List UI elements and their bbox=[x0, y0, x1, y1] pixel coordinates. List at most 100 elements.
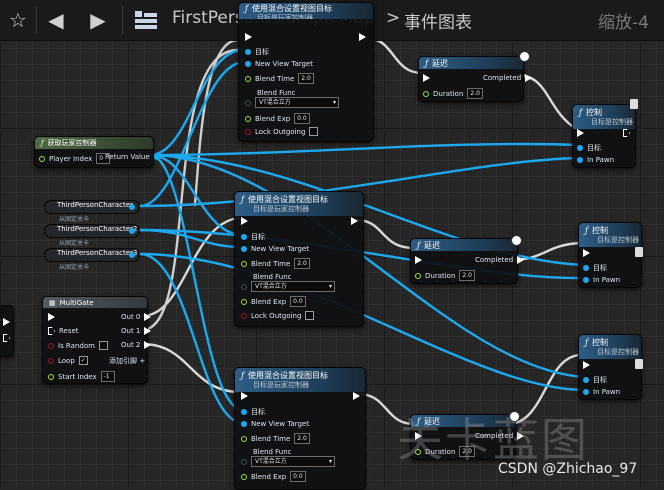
pin-value-field[interactable]: 2.0 bbox=[294, 258, 310, 269]
blend-func-dropdown[interactable]: VT混合立方 bbox=[251, 456, 335, 467]
object-pin-icon[interactable] bbox=[129, 228, 135, 234]
out1-pin[interactable]: Out 1 bbox=[121, 327, 152, 335]
exec-in-pin[interactable] bbox=[241, 392, 248, 400]
possess-node-2[interactable]: ƒ 控制 目标是控制器 目标 In Pawn bbox=[578, 222, 643, 288]
target-pin[interactable]: 目标 bbox=[583, 375, 607, 385]
is-random-pin[interactable]: Is Random bbox=[48, 341, 108, 350]
get-player-controller-node[interactable]: ƒ 获取玩家控制器 Player Index 0 Return Value bbox=[34, 136, 160, 168]
offscreen-node[interactable] bbox=[0, 305, 14, 357]
blend-time-pin[interactable]: Blend Time 2.0 bbox=[245, 73, 314, 84]
pin-value-field[interactable]: -1 bbox=[100, 371, 115, 382]
in-pawn-pin[interactable]: In Pawn bbox=[583, 276, 620, 284]
new-view-target-pin[interactable]: New View Target bbox=[241, 420, 309, 428]
player-index-pin[interactable]: Player Index 0 bbox=[39, 153, 111, 164]
target-pin[interactable]: 目标 bbox=[583, 263, 607, 273]
exec-pin-icon bbox=[423, 74, 430, 82]
object-wire bbox=[138, 60, 245, 208]
target-pin[interactable]: 目标 bbox=[577, 143, 601, 153]
star-icon[interactable]: ☆ bbox=[4, 6, 32, 34]
pin-value-field[interactable]: 2.0 bbox=[459, 270, 475, 281]
blend-exp-pin[interactable]: Blend Exp 0.0 bbox=[245, 113, 310, 124]
node-header: ƒ 延迟 bbox=[419, 57, 523, 69]
variable-node-thirdpersoncharacter3[interactable]: ThirdPersonCharacter3 从固定关卡 bbox=[44, 248, 140, 271]
target-pin[interactable]: 目标 bbox=[241, 407, 265, 417]
lock-outgoing-pin[interactable]: Lock Outgoing bbox=[245, 127, 319, 136]
exec-in-pin[interactable] bbox=[583, 361, 590, 369]
library-icon bbox=[635, 247, 643, 257]
pin-label: In Pawn bbox=[593, 276, 621, 284]
blend-func-pin[interactable]: VT混合立方 bbox=[245, 97, 339, 108]
is-random-checkbox[interactable] bbox=[98, 341, 108, 350]
breadcrumb-graph[interactable]: 事件图表 bbox=[404, 8, 472, 33]
set-view-target-blend-node-3[interactable]: ƒ 使用混合设置视图目标 目标是玩家控制器 目标 New View Target B… bbox=[234, 367, 366, 490]
blend-func-dropdown[interactable]: VT混合立方 bbox=[251, 281, 335, 292]
exec-in-pin[interactable] bbox=[415, 256, 422, 264]
blend-exp-pin[interactable]: Blend Exp 0.0 bbox=[241, 471, 306, 482]
pin-value-field[interactable]: 0.0 bbox=[294, 113, 310, 124]
forward-arrow-icon[interactable]: ▶ bbox=[84, 6, 112, 34]
start-index-pin[interactable]: Start Index -1 bbox=[48, 371, 115, 382]
pin-value-field[interactable]: 2.0 bbox=[298, 73, 314, 84]
loop-pin[interactable]: Loop ✓ bbox=[48, 356, 88, 365]
exec-in-pin[interactable] bbox=[583, 249, 590, 257]
possess-node-3[interactable]: ƒ 控制 目标是控制器 目标 In Pawn bbox=[578, 334, 643, 400]
blend-func-pin[interactable]: VT混合立方 bbox=[241, 456, 335, 467]
object-pin-icon[interactable] bbox=[129, 204, 135, 210]
exec-out-pin[interactable] bbox=[351, 217, 358, 225]
set-view-target-blend-node-2[interactable]: ƒ 使用混合设置视图目标 目标是玩家控制器 目标 New View Target B… bbox=[234, 191, 364, 327]
target-pin[interactable]: 目标 bbox=[245, 47, 269, 57]
add-pin-button[interactable]: 添加引脚 + bbox=[109, 356, 145, 366]
lock-outgoing-checkbox[interactable] bbox=[309, 127, 319, 136]
blend-time-pin[interactable]: Blend Time 2.0 bbox=[241, 258, 310, 269]
object-pin-icon[interactable] bbox=[129, 252, 135, 258]
reset-pin[interactable]: Reset bbox=[48, 327, 79, 335]
multigate-icon: ▦ bbox=[49, 298, 56, 307]
pin-value-field[interactable]: 2.0 bbox=[294, 433, 310, 444]
set-view-target-blend-node-1[interactable]: ƒ 使用混合设置视图目标 目标是玩家控制器 目标 New View Target B… bbox=[238, 2, 374, 142]
out2-pin[interactable]: Out 2 bbox=[121, 341, 152, 349]
exec-in-pin[interactable] bbox=[241, 217, 248, 225]
completed-pin[interactable]: Completed bbox=[475, 256, 525, 264]
pin-label: Blend Exp bbox=[251, 297, 287, 306]
new-view-target-pin[interactable]: New View Target bbox=[241, 245, 309, 253]
possess-node-1[interactable]: ƒ 控制 目标是控制器 目标 In Pawn bbox=[572, 99, 638, 168]
exec-in-pin[interactable] bbox=[48, 313, 55, 321]
blend-time-pin[interactable]: Blend Time 2.0 bbox=[241, 433, 310, 444]
target-pin[interactable]: 目标 bbox=[241, 232, 265, 242]
lock-outgoing-checkbox[interactable] bbox=[305, 311, 315, 320]
exec-in-pin[interactable] bbox=[577, 129, 584, 137]
breadcrumb-separator: > bbox=[386, 8, 401, 28]
exec-in-pin[interactable] bbox=[423, 74, 430, 82]
exec-out-pin[interactable] bbox=[359, 33, 366, 41]
blend-func-dropdown[interactable]: VT混合立方 bbox=[255, 97, 339, 108]
delay-node-2[interactable]: ƒ 延迟 Completed Duration 2.0 bbox=[410, 235, 525, 284]
blend-exp-pin[interactable]: Blend Exp 0.0 bbox=[241, 296, 306, 307]
pin-value-field[interactable]: 2.0 bbox=[467, 88, 483, 99]
lock-outgoing-pin[interactable]: Lock Outgoing bbox=[241, 311, 315, 320]
return-value-pin[interactable]: Return Value bbox=[105, 153, 160, 161]
in-pawn-pin[interactable]: In Pawn bbox=[583, 388, 620, 396]
back-arrow-icon[interactable]: ◀ bbox=[42, 6, 70, 34]
exec-in-pin[interactable] bbox=[245, 33, 252, 41]
pin-label: Player Index bbox=[49, 154, 93, 163]
pin-value-field[interactable]: 0.0 bbox=[290, 471, 306, 482]
in-pawn-pin[interactable]: In Pawn bbox=[577, 156, 614, 164]
node-title: 使用混合设置视图目标 bbox=[251, 4, 332, 13]
new-view-target-pin[interactable]: New View Target bbox=[245, 60, 313, 68]
exec-out-pin[interactable] bbox=[3, 318, 10, 326]
multigate-node[interactable]: ▦ MultiGate Reset Is Random Loop ✓ Start I… bbox=[42, 296, 152, 384]
exec-out-pin[interactable] bbox=[3, 334, 10, 342]
duration-pin[interactable]: Duration 2.0 bbox=[415, 270, 475, 281]
delay-node-1[interactable]: ƒ 延迟 Completed Duration 2.0 bbox=[418, 51, 533, 102]
variable-node-thirdpersoncharacter[interactable]: ThirdPersonCharacter 从固定关卡 bbox=[44, 200, 140, 223]
duration-pin[interactable]: Duration 2.0 bbox=[423, 88, 483, 99]
exec-out-pin[interactable] bbox=[353, 392, 360, 400]
exec-out-pin[interactable] bbox=[623, 129, 630, 137]
variable-subtitle: 从固定关卡 bbox=[59, 240, 90, 247]
out0-pin[interactable]: Out 0 bbox=[121, 313, 152, 321]
pin-value-field[interactable]: 0.0 bbox=[290, 296, 306, 307]
completed-pin[interactable]: Completed bbox=[483, 74, 533, 82]
variable-node-thirdpersoncharacter2[interactable]: ThirdPersonCharacter2 从固定关卡 bbox=[44, 224, 140, 247]
loop-checkbox[interactable]: ✓ bbox=[78, 356, 88, 365]
blend-func-pin[interactable]: VT混合立方 bbox=[241, 281, 335, 292]
